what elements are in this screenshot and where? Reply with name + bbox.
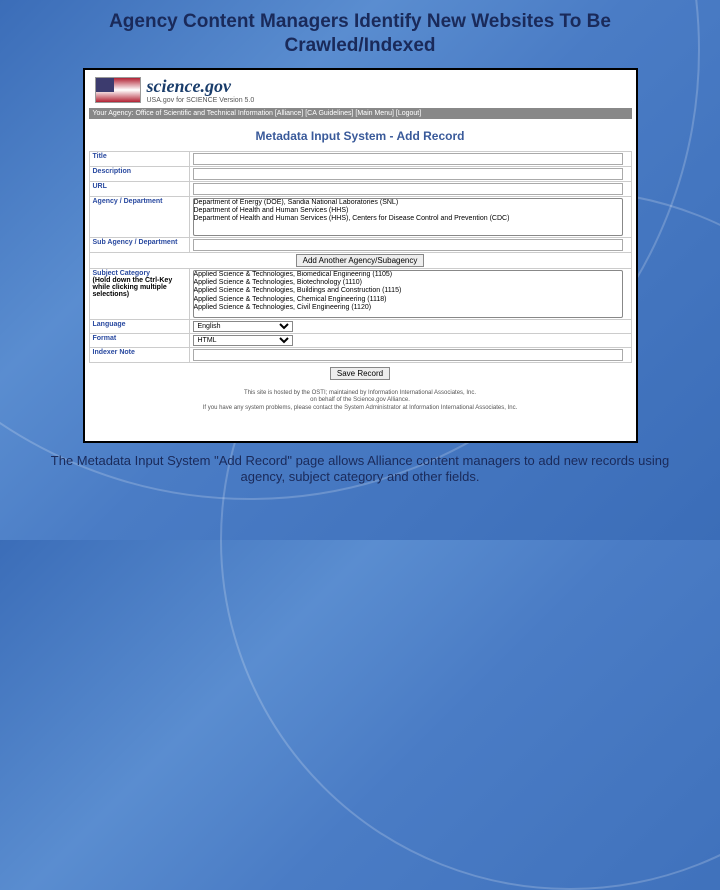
subject-option[interactable]: Applied Science & Technologies, Biomedic… (194, 271, 623, 279)
subject-option[interactable]: Applied Science & Technologies, Civil En… (194, 304, 623, 312)
label-subagency: Sub Agency / Department (89, 237, 189, 252)
label-indexer: Indexer Note (89, 347, 189, 362)
format-select[interactable]: HTML (193, 335, 293, 346)
label-agency: Agency / Department (89, 196, 189, 237)
flag-icon (95, 77, 141, 103)
subject-label-text: Subject Category (93, 270, 151, 277)
label-description: Description (89, 166, 189, 181)
record-form: Title Description URL Agency / Departmen… (89, 151, 632, 363)
subject-option[interactable]: Applied Science & Technologies, Biotechn… (194, 279, 623, 287)
agency-option[interactable]: Department of Health and Human Services … (194, 207, 623, 215)
subject-hint: (Hold down the Ctrl-Key while clicking m… (93, 277, 173, 298)
site-tagline: USA.gov for SCIENCE Version 5.0 (147, 97, 255, 104)
add-agency-button[interactable]: Add Another Agency/Subagency (296, 254, 425, 267)
title-input[interactable] (193, 153, 624, 165)
agency-topbar: Your Agency: Office of Scientific and Te… (89, 108, 632, 119)
language-select[interactable]: English (193, 321, 293, 332)
save-button[interactable]: Save Record (330, 367, 390, 380)
footer-line2: If you have any system problems, please … (203, 405, 518, 411)
label-language: Language (89, 319, 189, 333)
description-input[interactable] (193, 168, 624, 180)
footer-line1: This site is hosted by the OSTI; maintai… (244, 390, 476, 396)
agency-option[interactable]: Department of Health and Human Services … (194, 215, 623, 223)
banner: science.gov USA.gov for SCIENCE Version … (89, 74, 632, 106)
subject-option[interactable]: Applied Science & Technologies, Building… (194, 287, 623, 295)
form-title: Metadata Input System - Add Record (89, 129, 632, 143)
agency-select[interactable]: Department of Energy (DOE), Sandia Natio… (193, 198, 624, 236)
subject-select[interactable]: Applied Science & Technologies, Biomedic… (193, 270, 624, 318)
label-url: URL (89, 181, 189, 196)
label-format: Format (89, 333, 189, 347)
indexer-input[interactable] (193, 349, 624, 361)
footer-text: This site is hosted by the OSTI; maintai… (89, 390, 632, 413)
label-subject: Subject Category (Hold down the Ctrl-Key… (89, 268, 189, 319)
slide-caption: The Metadata Input System "Add Record" p… (0, 443, 720, 487)
subagency-input[interactable] (193, 239, 624, 251)
screenshot-panel: science.gov USA.gov for SCIENCE Version … (83, 68, 638, 443)
slide-title: Agency Content Managers Identify New Web… (0, 0, 720, 64)
footer-line-prefix: on behalf of the Science.gov Alliance. (310, 397, 410, 403)
agency-option[interactable]: Department of Energy (DOE), Sandia Natio… (194, 199, 623, 207)
label-title: Title (89, 151, 189, 166)
url-input[interactable] (193, 183, 624, 195)
subject-option[interactable]: Applied Science & Technologies, Chemical… (194, 296, 623, 304)
site-logo-text: science.gov (147, 76, 255, 97)
